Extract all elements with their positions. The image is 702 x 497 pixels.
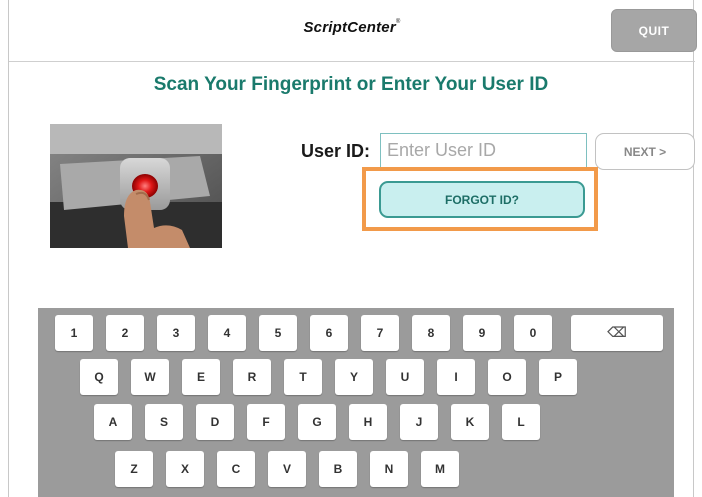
key-7[interactable]: 7 <box>361 315 399 351</box>
key-j[interactable]: J <box>400 404 438 440</box>
fingerprint-scanner-photo <box>50 124 222 248</box>
key-y[interactable]: Y <box>335 359 373 395</box>
key-2[interactable]: 2 <box>106 315 144 351</box>
page-title: Scan Your Fingerprint or Enter Your User… <box>153 74 549 95</box>
key-x[interactable]: X <box>166 451 204 487</box>
next-button[interactable]: NEXT > <box>595 133 695 170</box>
brand-mark: ® <box>395 19 401 25</box>
key-8[interactable]: 8 <box>412 315 450 351</box>
forgot-id-button[interactable]: FORGOT ID? <box>379 181 585 218</box>
key-o[interactable]: O <box>488 359 526 395</box>
key-9[interactable]: 9 <box>463 315 501 351</box>
key-c[interactable]: C <box>217 451 255 487</box>
app-logo: ScriptCenter® <box>9 19 695 36</box>
brand-name: ScriptCenter <box>303 19 396 36</box>
key-s[interactable]: S <box>145 404 183 440</box>
key-a[interactable]: A <box>94 404 132 440</box>
key-l[interactable]: L <box>502 404 540 440</box>
key-z[interactable]: Z <box>115 451 153 487</box>
backspace-key[interactable]: ⌫ <box>571 315 663 351</box>
kiosk-frame: ScriptCenter® QUIT Scan Your Fingerprint… <box>8 0 697 497</box>
key-n[interactable]: N <box>370 451 408 487</box>
key-k[interactable]: K <box>451 404 489 440</box>
key-b[interactable]: B <box>319 451 357 487</box>
key-t[interactable]: T <box>284 359 322 395</box>
key-p[interactable]: P <box>539 359 577 395</box>
key-v[interactable]: V <box>268 451 306 487</box>
quit-button[interactable]: QUIT <box>611 9 697 52</box>
key-r[interactable]: R <box>233 359 271 395</box>
key-w[interactable]: W <box>131 359 169 395</box>
key-g[interactable]: G <box>298 404 336 440</box>
user-id-label: User ID: <box>301 141 371 161</box>
key-e[interactable]: E <box>182 359 220 395</box>
key-d[interactable]: D <box>196 404 234 440</box>
top-bar: ScriptCenter® QUIT <box>9 0 697 62</box>
backspace-icon: ⌫ <box>607 325 627 341</box>
key-i[interactable]: I <box>437 359 475 395</box>
user-id-input[interactable] <box>380 133 587 168</box>
key-4[interactable]: 4 <box>208 315 246 351</box>
key-f[interactable]: F <box>247 404 285 440</box>
key-3[interactable]: 3 <box>157 315 195 351</box>
key-m[interactable]: M <box>421 451 459 487</box>
key-1[interactable]: 1 <box>55 315 93 351</box>
key-5[interactable]: 5 <box>259 315 297 351</box>
fingerprint-scanner-image <box>50 124 222 248</box>
key-q[interactable]: Q <box>80 359 118 395</box>
on-screen-keyboard: 1 2 3 4 5 6 7 8 9 0 ⌫ Q W E R T Y U I O … <box>38 308 674 497</box>
key-6[interactable]: 6 <box>310 315 348 351</box>
key-h[interactable]: H <box>349 404 387 440</box>
key-u[interactable]: U <box>386 359 424 395</box>
key-0[interactable]: 0 <box>514 315 552 351</box>
